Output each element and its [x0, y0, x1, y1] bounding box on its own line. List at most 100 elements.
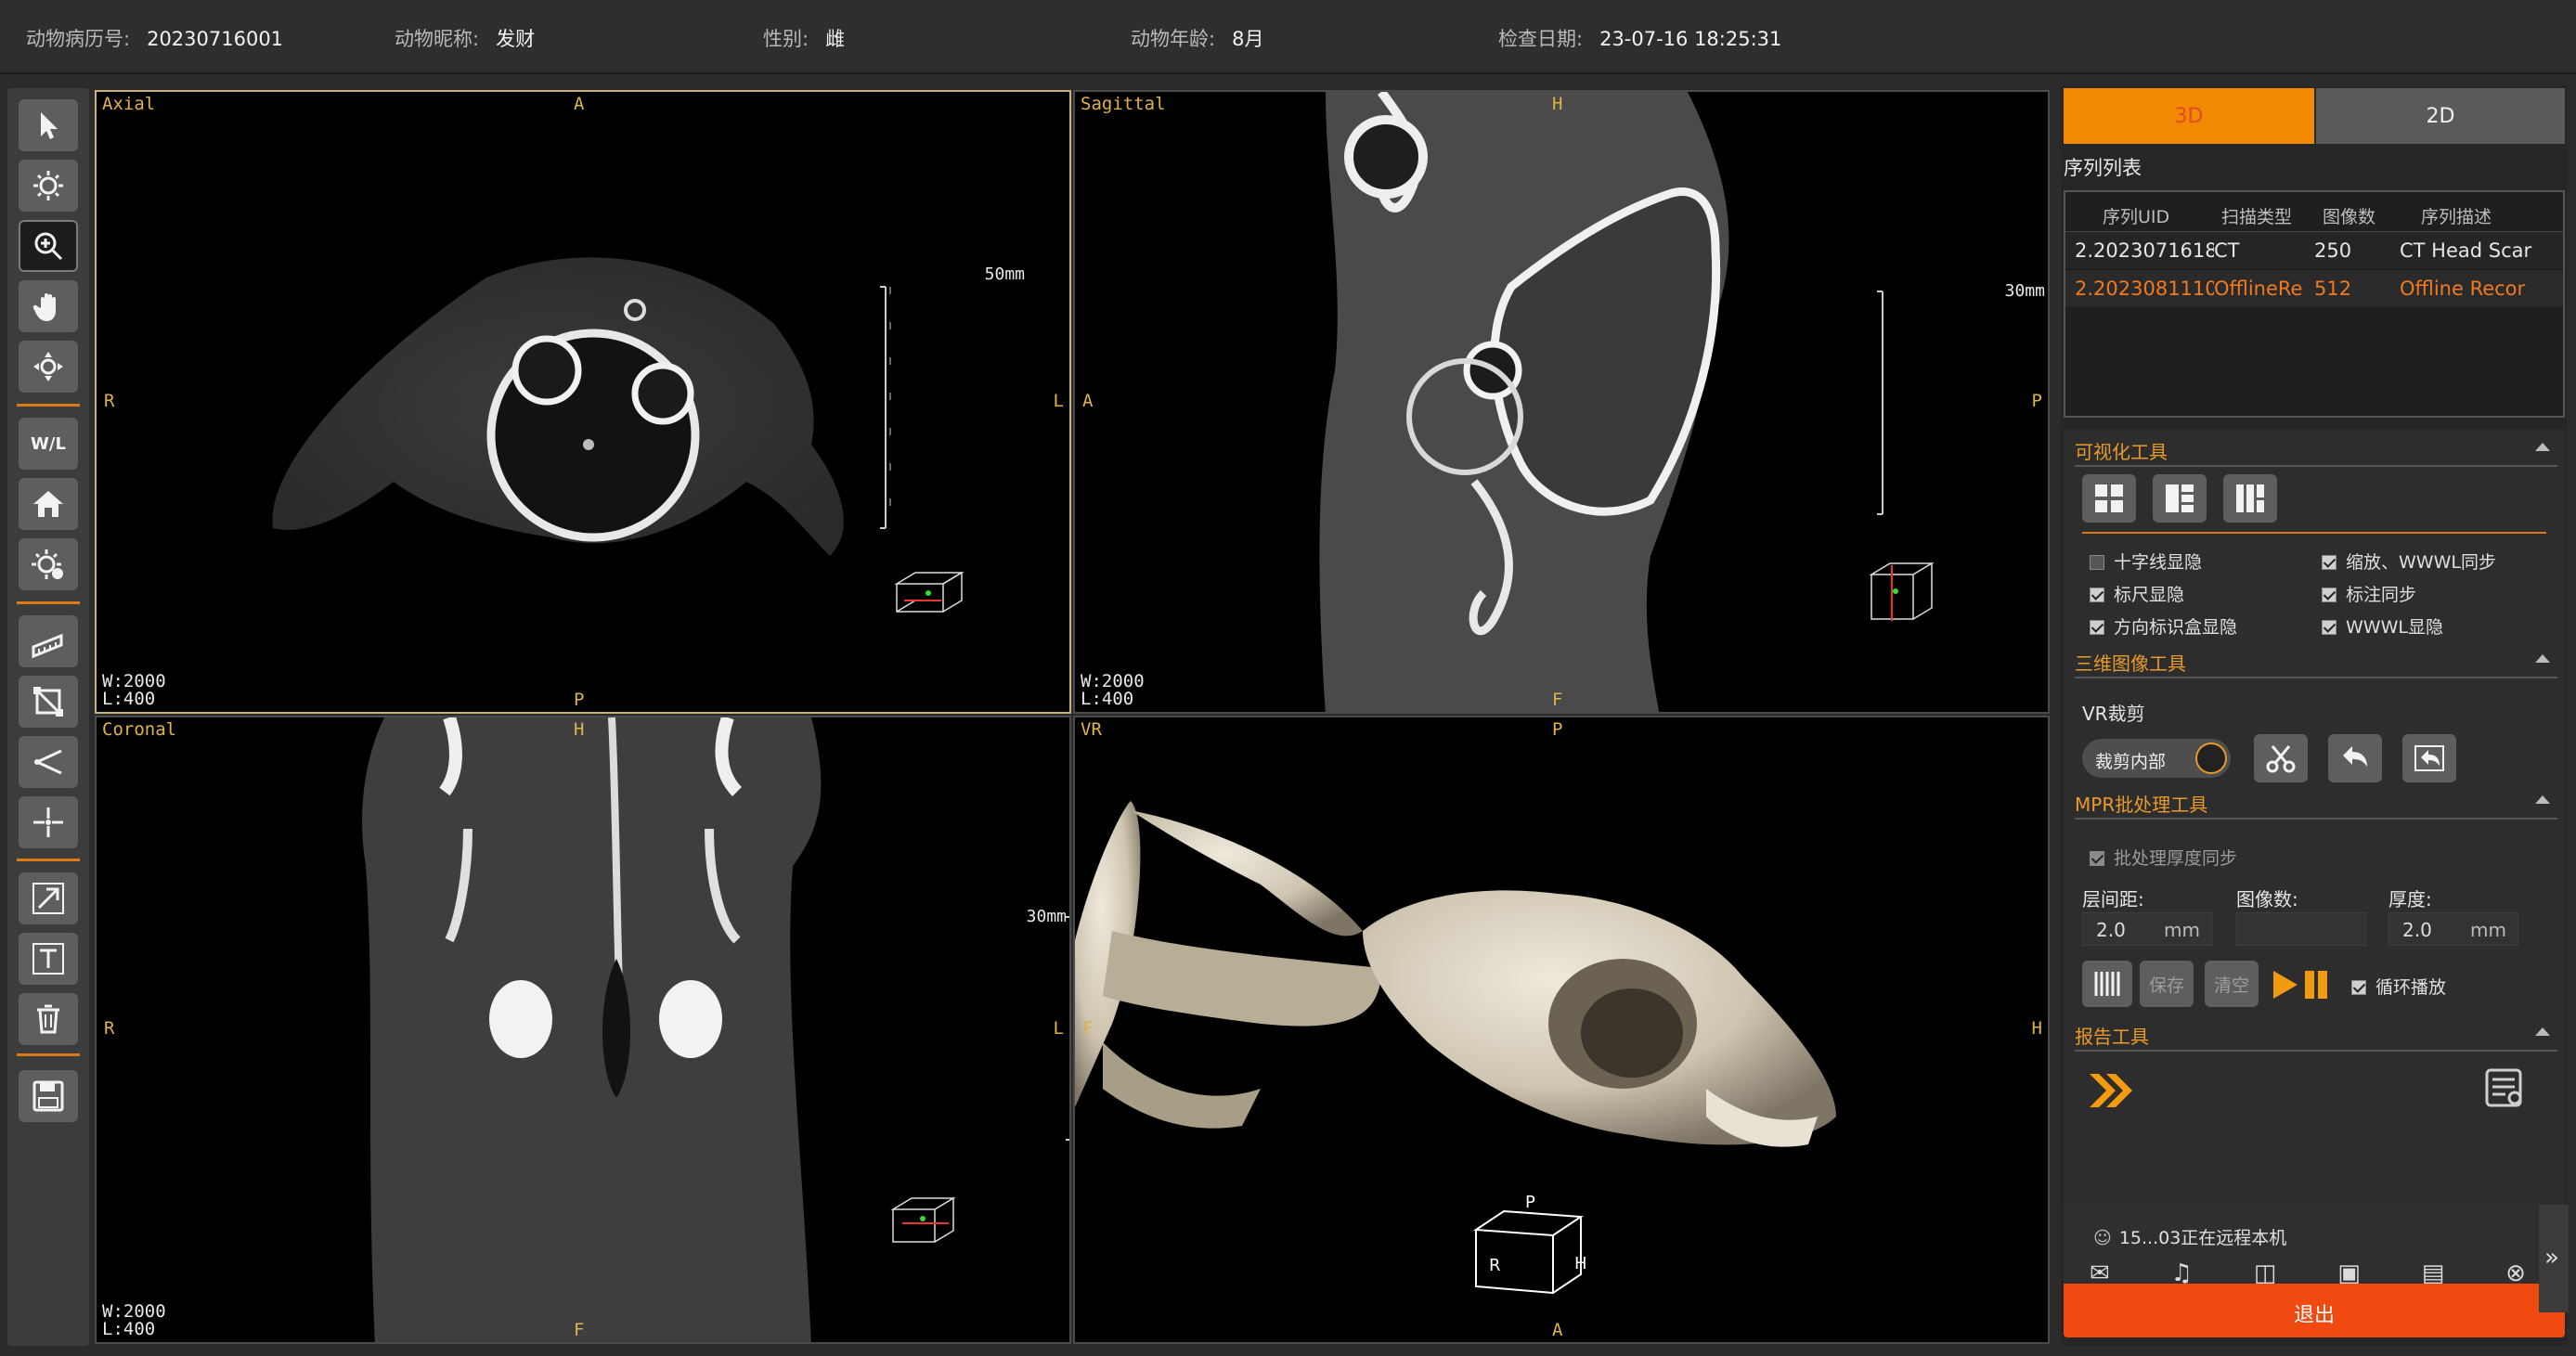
section-visualization-tools[interactable]: 可视化工具: [2075, 430, 2557, 467]
spacing-input[interactable]: 2.0 mm: [2082, 912, 2212, 946]
scale-label: 50mm: [984, 265, 1025, 284]
sagittal-ct-image: [1319, 92, 1935, 712]
save-batch-button[interactable]: 保存: [2140, 961, 2194, 1007]
clear-batch-button[interactable]: 清空: [2205, 961, 2259, 1007]
layout-1plus3-button[interactable]: [2153, 474, 2207, 523]
ruler-visibility-checkbox[interactable]: 标尺显隐: [2090, 581, 2184, 606]
axial-viewport[interactable]: Axial A R L P 50mm W:2000 L:400: [95, 90, 1071, 714]
orientation-bottom: P: [574, 690, 585, 710]
window-level-button[interactable]: W/L: [19, 418, 78, 470]
record-number: 动物病历号: 20230716001: [26, 28, 284, 50]
vr-3d-rendering: R H P: [1075, 801, 1836, 1295]
exam-date: 检查日期: 23-07-16 18:25:31: [1498, 28, 1782, 50]
pan-button[interactable]: [19, 280, 78, 332]
image-count-input[interactable]: [2236, 912, 2366, 946]
angle-button[interactable]: [19, 736, 78, 788]
zoom-wwwl-sync-checkbox[interactable]: 缩放、WWWL同步: [2322, 549, 2496, 574]
undo-icon: [2343, 746, 2367, 767]
save-button[interactable]: [19, 1070, 78, 1122]
report-icon[interactable]: [2481, 1065, 2528, 1111]
orientation-top: H: [574, 719, 585, 740]
scissors-icon: [2266, 745, 2296, 773]
reset-brightness-icon: [32, 549, 63, 579]
wwwl-visibility-checkbox[interactable]: WWWL显隐: [2322, 613, 2443, 639]
text-button[interactable]: [19, 933, 78, 985]
slices-icon: [2094, 972, 2120, 996]
toolbar-separator: [17, 601, 80, 604]
play-icon[interactable]: [2273, 971, 2298, 999]
sagittal-viewport[interactable]: Sagittal H A P F 30mm W:2000 L:400: [1073, 90, 2050, 714]
batch-thickness-sync-checkbox[interactable]: 批处理厚度同步: [2090, 845, 2237, 870]
annotation-sync-checkbox[interactable]: 标注同步: [2322, 581, 2416, 606]
tab-2d[interactable]: 2D: [2316, 88, 2565, 144]
ruler-icon: [32, 633, 63, 659]
series-row[interactable]: 2.2023071618 CT 250 CT Head Scar: [2065, 231, 2563, 268]
orientation-top: A: [574, 94, 585, 114]
trash-icon: [37, 1004, 59, 1034]
orientation-bottom: A: [1552, 1320, 1563, 1340]
home-button[interactable]: [19, 478, 78, 530]
orientation-left: F: [1082, 1018, 1094, 1039]
trash-button[interactable]: [19, 993, 78, 1045]
brightness-button[interactable]: [19, 160, 78, 212]
arrow-annotation-button[interactable]: [19, 872, 78, 924]
animal-age: 动物年龄: 8月: [1131, 28, 1264, 50]
undo-crop-button[interactable]: [2328, 734, 2382, 782]
save-icon: [32, 1080, 64, 1112]
grid-2x2-icon: [2095, 484, 2123, 512]
orientation-right: H: [2031, 1018, 2042, 1039]
toolbar-separator: [17, 1053, 80, 1056]
collapse-icon: [2535, 443, 2550, 451]
coronal-viewport[interactable]: Coronal H R L F 30mm W:2000 L:400: [95, 716, 1071, 1344]
section-mpr-batch-tools[interactable]: MPR批处理工具: [2075, 782, 2557, 820]
section-3d-tools[interactable]: 三维图像工具: [2075, 641, 2557, 678]
orientation-top: H: [1552, 94, 1563, 114]
text-icon: [32, 943, 64, 975]
double-chevron-right-icon[interactable]: [2086, 1070, 2132, 1111]
animal-sex: 性别: 雌: [763, 28, 846, 50]
animal-name: 动物昵称: 发财: [395, 28, 536, 50]
reset-brightness-button[interactable]: [19, 538, 78, 590]
crosshair-icon: [33, 807, 63, 837]
zoom-button[interactable]: [19, 220, 78, 272]
image-count-label: 图像数:: [2236, 888, 2298, 910]
crosshair-button[interactable]: [19, 796, 78, 848]
thickness-input[interactable]: 2.0 mm: [2388, 912, 2518, 946]
layout-2x2-button[interactable]: [2082, 474, 2136, 523]
series-row-selected[interactable]: 2.2023081110 OfflineRe 512 Offline Recor: [2065, 270, 2563, 307]
rotate-button[interactable]: [19, 341, 78, 393]
crop-inside-toggle[interactable]: 裁剪内部: [2082, 739, 2231, 778]
pause-icon[interactable]: [2305, 971, 2314, 999]
axial-ct-image: [272, 257, 964, 613]
orientation-left: A: [1082, 391, 1094, 411]
window-level-readout: W:2000 L:400: [102, 1301, 166, 1339]
vr-crop-label: VR裁剪: [2082, 703, 2145, 725]
orientation-box-checkbox[interactable]: 方向标识盒显隐: [2090, 613, 2237, 639]
orientation-right: P: [2031, 391, 2042, 411]
ruler-button[interactable]: [19, 615, 78, 667]
pause-icon-bar: [2318, 971, 2327, 999]
layout-3plus1-button[interactable]: [2223, 474, 2277, 523]
crosshair-visibility-checkbox[interactable]: 十字线显隐: [2090, 549, 2202, 574]
right-panel: 3D 2D 序列列表 序列UID 扫描类型 图像数 序列描述 2.2023071…: [2061, 86, 2567, 1346]
batch-slice-button[interactable]: [2082, 961, 2132, 1007]
window-level-icon: W/L: [31, 433, 66, 454]
angle-icon: [33, 749, 62, 775]
exit-button[interactable]: 退出: [2064, 1284, 2565, 1337]
hand-pan-icon: [32, 293, 56, 321]
tab-3d[interactable]: 3D: [2064, 88, 2314, 144]
orientation-left: R: [104, 391, 115, 411]
tools-panel: 可视化工具 十字线显隐 缩放、WWWL同步 标尺显隐 标注同步 方向标识盒显隐 …: [2064, 430, 2565, 1284]
home-icon: [33, 491, 63, 517]
roi-button[interactable]: [19, 676, 78, 728]
chevron-right-icon: »: [2544, 1244, 2559, 1272]
crop-button[interactable]: [2254, 734, 2308, 782]
pointer-button[interactable]: [19, 99, 78, 151]
viewport-title: VR: [1081, 719, 1102, 740]
loop-playback-checkbox[interactable]: 循环播放: [2351, 974, 2446, 999]
vr-viewport[interactable]: R H P VR P F H A: [1073, 716, 2050, 1344]
reset-crop-button[interactable]: [2402, 734, 2456, 782]
series-header-count: 图像数: [2323, 207, 2376, 227]
section-report-tools[interactable]: 报告工具: [2075, 1014, 2557, 1052]
remote-collapse-handle[interactable]: »: [2539, 1205, 2569, 1312]
